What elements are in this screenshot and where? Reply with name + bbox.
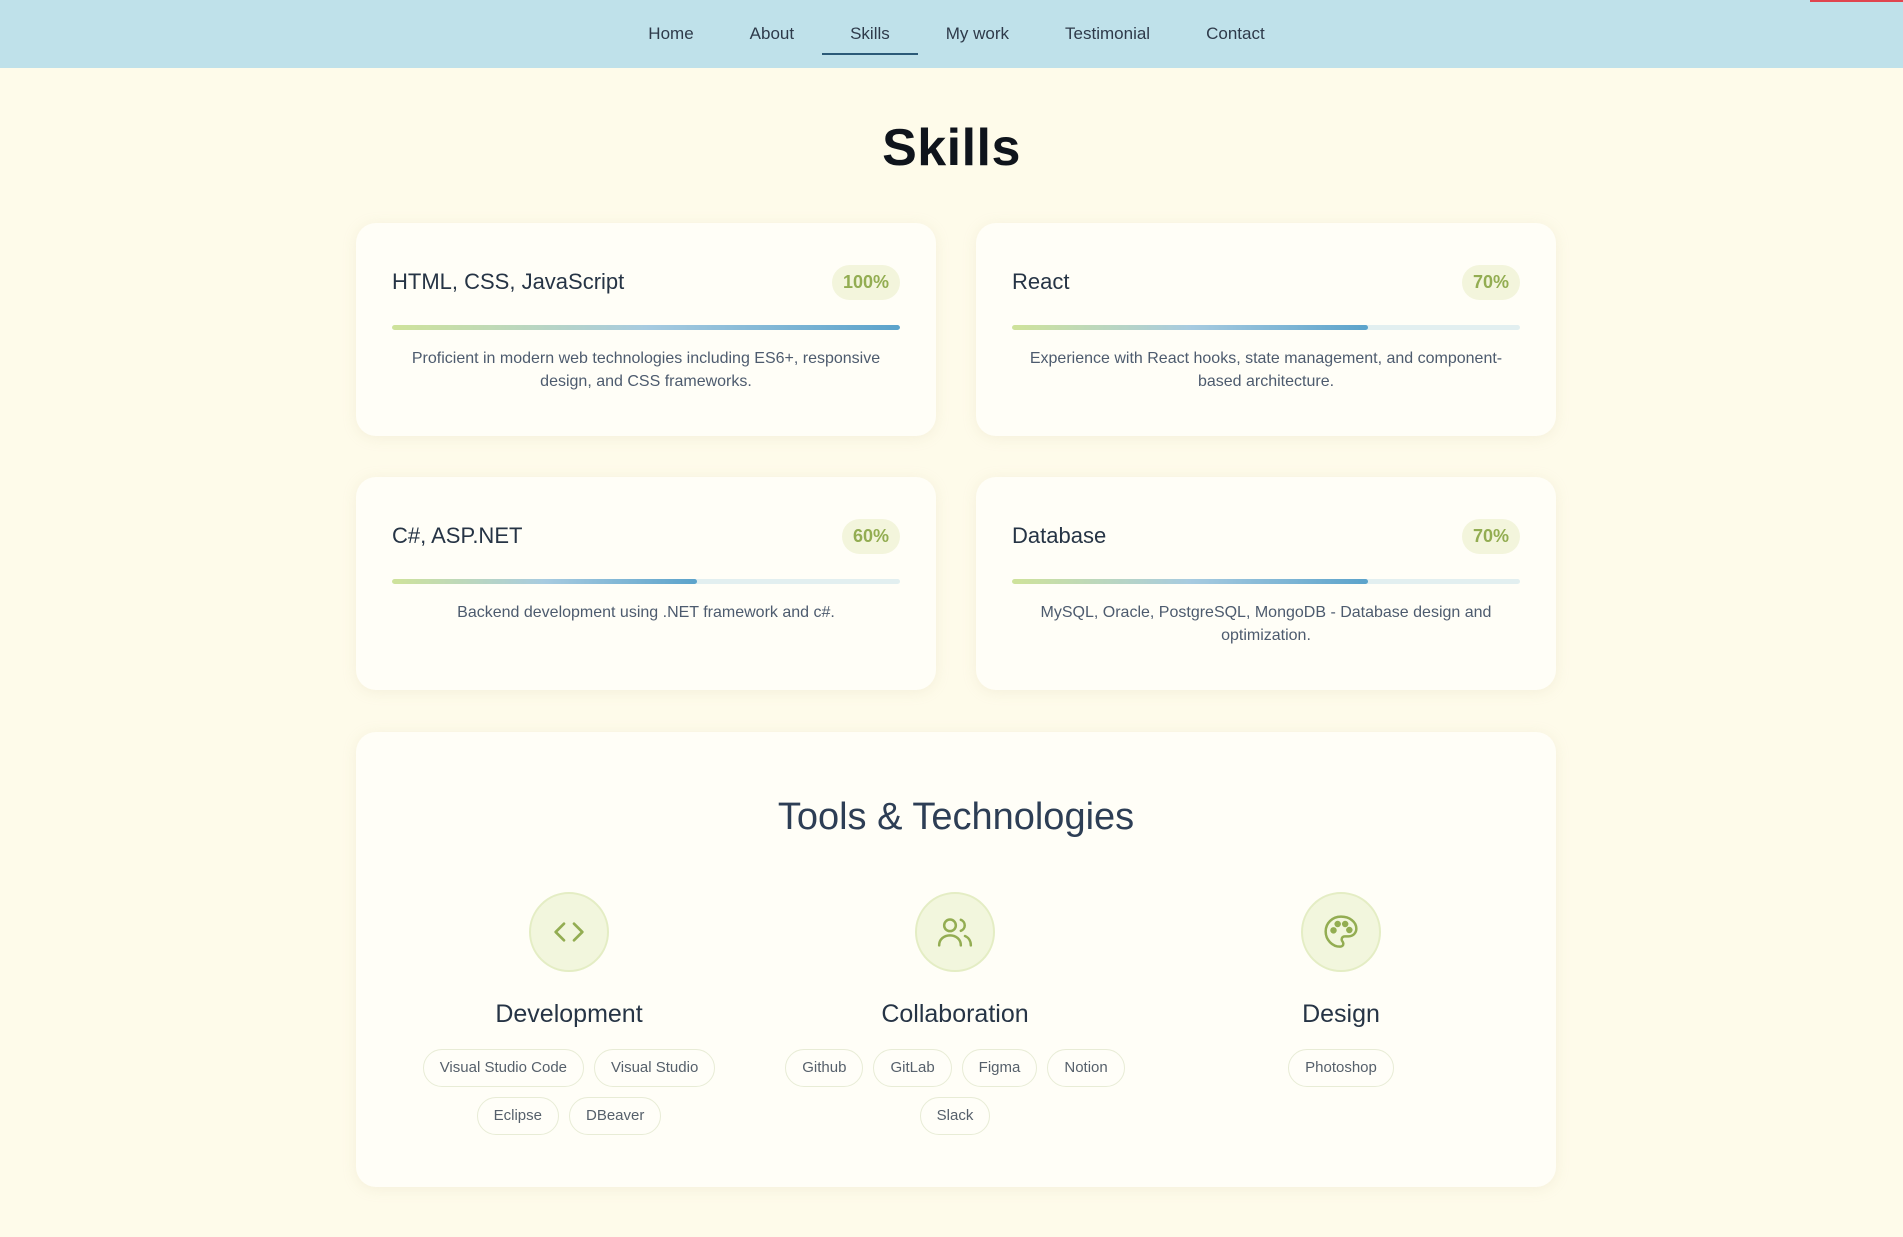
skill-card-database: Database 70% MySQL, Oracle, PostgreSQL, … — [976, 477, 1556, 690]
tool-tag-list: Github GitLab Figma Notion Slack — [775, 1049, 1135, 1135]
palette-icon — [1301, 892, 1381, 972]
tool-tag: Photoshop — [1288, 1049, 1394, 1087]
skill-percent-badge: 100% — [831, 264, 900, 300]
nav-item-skills[interactable]: Skills — [822, 0, 918, 68]
skill-card-csharp-aspnet: C#, ASP.NET 60% Backend development usin… — [356, 477, 936, 690]
nav-item-about[interactable]: About — [722, 0, 822, 68]
skill-description: MySQL, Oracle, PostgreSQL, MongoDB - Dat… — [1040, 604, 1492, 644]
tool-category-heading: Collaboration — [881, 1000, 1029, 1028]
tool-category-heading: Development — [495, 1000, 643, 1028]
tool-tag: Notion — [1047, 1049, 1125, 1087]
skill-name: React — [1012, 269, 1070, 294]
tool-category-collaboration: Collaboration Github GitLab Figma Notion… — [775, 892, 1135, 1135]
nav-list: Home About Skills My work Testimonial Co… — [620, 0, 1292, 68]
skill-progress-fill — [1012, 579, 1368, 584]
skill-percent-badge: 70% — [1461, 518, 1520, 554]
page-title: Skills — [882, 119, 1021, 177]
skill-percent-badge: 70% — [1461, 264, 1520, 300]
tool-tag: Github — [785, 1049, 864, 1087]
code-icon — [529, 892, 609, 972]
skill-progress-track — [392, 579, 900, 584]
tool-category-design: Design Photoshop — [1161, 892, 1521, 1087]
skill-card-header: C#, ASP.NET 60% — [392, 517, 900, 555]
nav-item-home[interactable]: Home — [620, 0, 721, 68]
skill-name: Database — [1012, 523, 1107, 548]
skill-name: HTML, CSS, JavaScript — [392, 269, 625, 294]
nav-item-testimonial[interactable]: Testimonial — [1037, 0, 1178, 68]
skill-name: C#, ASP.NET — [392, 523, 523, 548]
tool-tag: Figma — [961, 1049, 1038, 1087]
tool-tag-list: Visual Studio Code Visual Studio Eclipse… — [389, 1049, 749, 1135]
tool-tag: GitLab — [873, 1049, 952, 1087]
skill-card-header: Database 70% — [1012, 517, 1520, 555]
top-navbar: Home About Skills My work Testimonial Co… — [0, 0, 1903, 68]
skill-progress-track — [1012, 579, 1520, 584]
tool-tag: Slack — [919, 1097, 991, 1135]
tool-category-heading: Design — [1302, 1000, 1380, 1028]
tool-tag: Visual Studio — [594, 1049, 716, 1087]
skill-card-html-css-js: HTML, CSS, JavaScript 100% Proficient in… — [356, 223, 936, 436]
skill-description: Proficient in modern web technologies in… — [411, 350, 881, 390]
skill-progress-fill — [392, 579, 697, 584]
tool-tag: Visual Studio Code — [422, 1049, 584, 1087]
skill-percent-badge: 60% — [841, 518, 900, 554]
tools-technologies-card: Tools & Technologies Development Visual … — [356, 732, 1556, 1187]
nav-item-my-work[interactable]: My work — [918, 0, 1037, 68]
tool-tag: Eclipse — [476, 1097, 559, 1135]
skill-progress-fill — [1012, 325, 1368, 330]
tool-tag: DBeaver — [569, 1097, 662, 1135]
tools-title: Tools & Technologies — [777, 796, 1135, 838]
skill-card-header: React 70% — [1012, 263, 1520, 301]
skill-card-react: React 70% Experience with React hooks, s… — [976, 223, 1556, 436]
skill-description: Backend development using .NET framework… — [457, 604, 835, 621]
scroll-progress-indicator — [1810, 0, 1903, 2]
skill-progress-track — [392, 325, 900, 330]
skill-progress-fill — [392, 325, 900, 330]
tool-tag-list: Photoshop — [1161, 1049, 1521, 1087]
skill-card-header: HTML, CSS, JavaScript 100% — [392, 263, 900, 301]
skill-progress-track — [1012, 325, 1520, 330]
tool-category-development: Development Visual Studio Code Visual St… — [389, 892, 749, 1135]
skill-description: Experience with React hooks, state manag… — [1029, 350, 1503, 390]
nav-item-contact[interactable]: Contact — [1178, 0, 1293, 68]
users-icon — [915, 892, 995, 972]
